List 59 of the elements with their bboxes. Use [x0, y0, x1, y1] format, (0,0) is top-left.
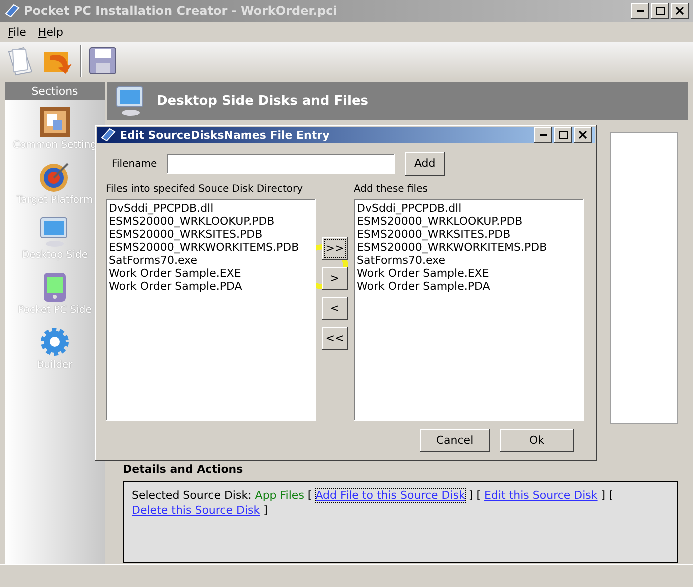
window-title: Pocket PC Installation Creator - WorkOrder.pci: [24, 4, 338, 18]
details-text: Selected Source Disk:: [132, 489, 253, 502]
section-title: Desktop Side Disks and Files: [157, 94, 369, 108]
cancel-button[interactable]: Cancel: [420, 429, 490, 452]
list-entry[interactable]: ESMS20000_WRKWORKITEMS.PDB: [357, 241, 581, 254]
list-entry[interactable]: ESMS20000_WRKSITES.PDB: [357, 228, 581, 241]
dialog-title: Edit SourceDisksNames File Entry: [120, 128, 331, 142]
disk-name: App Files: [255, 489, 304, 502]
details-text: ] [: [600, 489, 614, 502]
action-link[interactable]: Edit this Source Disk: [484, 489, 598, 502]
action-link[interactable]: Add File to this Source Disk: [316, 489, 466, 502]
move-button[interactable]: >>: [322, 237, 348, 260]
list-entry[interactable]: ESMS20000_WRKLOOKUP.PDB: [357, 215, 581, 228]
details-text: [: [306, 489, 314, 502]
corkboard-icon: [39, 106, 71, 138]
list-entry[interactable]: DvSddi_PPCPDB.dll: [109, 202, 313, 215]
list-entry[interactable]: DvSddi_PPCPDB.dll: [357, 202, 581, 215]
maximize-icon: [656, 7, 664, 15]
list-entry[interactable]: SatForms70.exe: [357, 254, 581, 267]
ok-button[interactable]: Ok: [500, 429, 574, 452]
list-entry[interactable]: ESMS20000_WRKLOOKUP.PDB: [109, 215, 313, 228]
move-button[interactable]: >: [322, 267, 348, 290]
filename-label: Filename: [112, 158, 158, 170]
list-entry[interactable]: Work Order Sample.PDA: [109, 280, 313, 293]
minimize-button[interactable]: [534, 127, 552, 143]
list-label: Add these files: [354, 184, 429, 195]
menu-item[interactable]: File: [4, 26, 30, 38]
minimize-icon: [636, 10, 644, 12]
app-icon: [100, 128, 116, 142]
close-button[interactable]: [671, 3, 689, 19]
list-entry[interactable]: Work Order Sample.EXE: [357, 267, 581, 280]
group-title: Details and Actions: [123, 463, 244, 476]
list-entry[interactable]: ESMS20000_WRKWORKITEMS.PDB: [109, 241, 313, 254]
details-text: ]: [262, 504, 268, 517]
list-entry[interactable]: Work Order Sample.PDA: [357, 280, 581, 293]
move-button[interactable]: <: [322, 297, 348, 320]
action-link[interactable]: Delete this Source Disk: [132, 504, 260, 517]
list-entry[interactable]: SatForms70.exe: [109, 254, 313, 267]
list-entry[interactable]: ESMS20000_WRKSITES.PDB: [109, 228, 313, 241]
menu-item[interactable]: Help: [34, 26, 68, 38]
minimize-icon: [540, 134, 546, 136]
sidebar-header: Sections: [5, 82, 105, 100]
filename-field[interactable]: [167, 154, 396, 174]
save-icon[interactable]: [88, 46, 118, 76]
close-button[interactable]: [574, 127, 592, 143]
add-button[interactable]: Add: [405, 152, 446, 176]
details-text: ] [: [468, 489, 482, 502]
close-icon: [676, 7, 684, 15]
maximize-button[interactable]: [554, 127, 572, 143]
target-icon: [39, 161, 71, 193]
minimize-button[interactable]: [631, 3, 649, 19]
maximize-icon: [558, 131, 568, 139]
list-label: Files into specifed Souce Disk Directory: [106, 184, 304, 195]
close-icon: [579, 131, 587, 139]
maximize-button[interactable]: [651, 3, 669, 19]
gear-icon: [39, 326, 71, 358]
list-entry[interactable]: Work Order Sample.EXE: [109, 267, 313, 280]
app-icon: [4, 4, 20, 18]
move-button[interactable]: <<: [322, 327, 348, 350]
